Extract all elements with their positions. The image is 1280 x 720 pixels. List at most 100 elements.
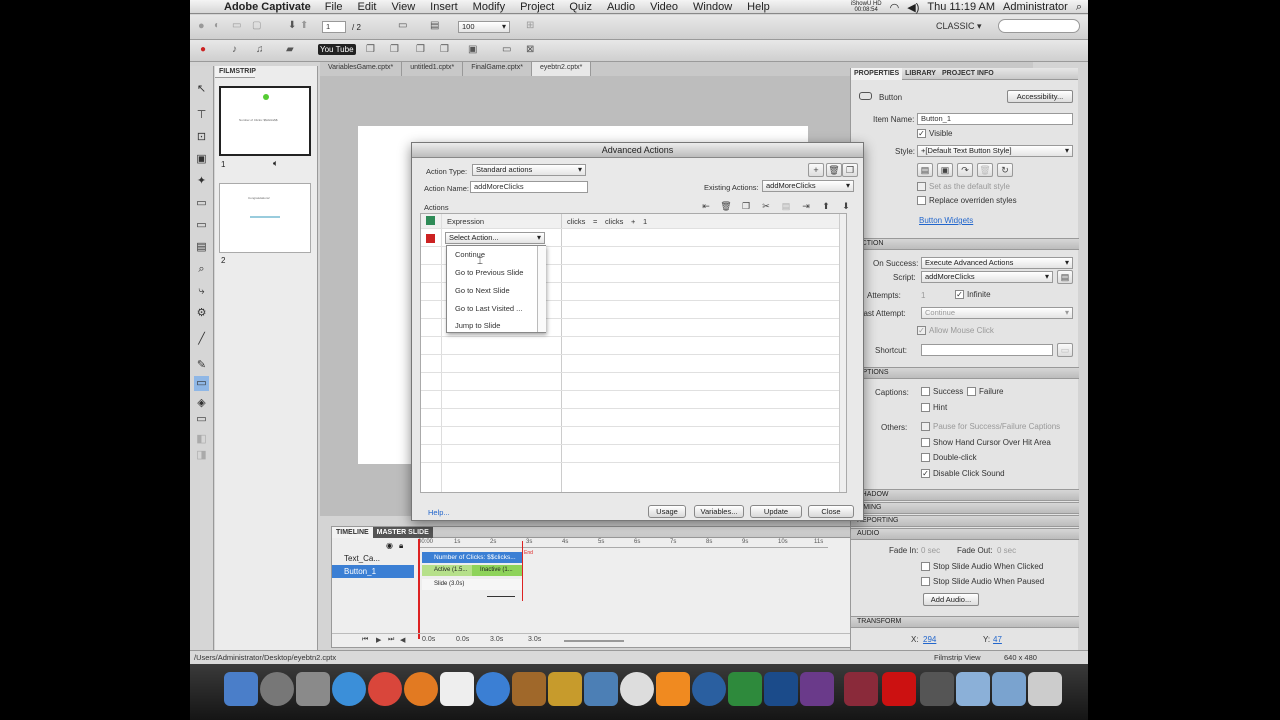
slide-thumbnail-1[interactable]: Number of Clicks: $$clicks$$ [219, 86, 311, 156]
update-button[interactable]: Update [750, 505, 802, 518]
slide-track[interactable]: Slide (3.0s) [422, 579, 522, 590]
play-icon[interactable]: ▶ [376, 636, 381, 644]
align-icon[interactable]: ▭ [502, 44, 511, 55]
powerpoint-slide-icon[interactable]: ❐ [440, 44, 449, 55]
quicktime-icon[interactable] [692, 672, 726, 706]
y-value[interactable]: 47 [993, 635, 1002, 644]
slide-icon[interactable]: ❐ [366, 44, 375, 55]
usage-button[interactable]: Usage [648, 505, 686, 518]
section-transform[interactable]: TRANSFORM [851, 616, 1079, 628]
menu-file[interactable]: File [325, 1, 343, 13]
mute-icon[interactable]: ◀ [400, 636, 405, 644]
style-select[interactable]: +[Default Text Button Style] [917, 145, 1073, 157]
tab-timeline[interactable]: TIMELINE [332, 526, 373, 538]
preview-icon[interactable]: ▭ [398, 20, 407, 31]
save-style-icon[interactable]: ▤ [917, 163, 933, 177]
script-select[interactable]: addMoreClicks [921, 271, 1053, 283]
timeline-row[interactable]: Text_Ca... [332, 552, 414, 565]
slide-audio-icon[interactable]: 🔈︎ [273, 158, 278, 169]
tab-finalgame[interactable]: FinalGame.cptx* [463, 62, 532, 76]
indent-row-icon[interactable]: ⇥ [800, 201, 812, 212]
section-audio[interactable]: AUDIO [851, 528, 1079, 540]
timeline-ruler[interactable]: 00:00 1s 2s 3s 4s 5s 6s 7s 8s 9s 10s 11s [418, 539, 828, 548]
tab-project-info[interactable]: PROJECT INFO [939, 68, 997, 80]
set-default-style-checkbox[interactable]: Set as the default style [917, 182, 1010, 192]
menu-audio[interactable]: Audio [607, 1, 635, 13]
tab-master-slide[interactable]: MASTER SLIDE [372, 526, 433, 538]
help-search-input[interactable] [998, 19, 1080, 33]
infinite-checkbox[interactable]: ✓ Infinite [955, 290, 991, 300]
rocket-icon[interactable] [844, 672, 878, 706]
replace-styles-checkbox[interactable]: Replace overriden styles [917, 196, 1017, 206]
insert-row-icon[interactable]: ⇤ [700, 201, 712, 212]
garageband-icon[interactable] [512, 672, 546, 706]
section-reporting[interactable]: REPORTING [851, 515, 1079, 527]
workspace-switcher[interactable]: CLASSIC ▾ [936, 21, 982, 32]
last-attempt-select[interactable]: Continue [921, 307, 1073, 319]
open-icon[interactable]: ▭ [232, 20, 241, 31]
mouse-tool-icon[interactable]: ⤷ [194, 284, 209, 299]
end-marker[interactable] [522, 541, 523, 601]
copy-row-icon[interactable]: ❐ [740, 201, 752, 212]
duplicate-action-icon[interactable]: ❐ [842, 163, 858, 177]
audio-import-icon[interactable]: ♫ [256, 44, 264, 55]
on-success-select[interactable]: Execute Advanced Actions [921, 257, 1073, 269]
delete-action-icon[interactable]: 🗑︎ [826, 163, 842, 177]
system-preferences-icon[interactable] [296, 672, 330, 706]
move-down-icon[interactable]: ⬇ [840, 201, 852, 212]
text-caption-tool-icon[interactable]: ⊤ [194, 108, 209, 123]
app-icon[interactable] [548, 672, 582, 706]
close-button[interactable]: Close [808, 505, 854, 518]
spotlight-icon[interactable]: ⌕ [1076, 1, 1082, 14]
disable-click-sound-checkbox[interactable]: ✓ Disable Click Sound [921, 469, 1005, 479]
attempts-value[interactable]: 1 [921, 291, 925, 300]
slide-thumbnail-2[interactable]: Congratulations! [219, 183, 311, 253]
finder-icon[interactable] [224, 672, 258, 706]
visible-checkbox[interactable]: ✓ Visible [917, 129, 952, 139]
section-timing[interactable]: TIMING [851, 502, 1079, 514]
success-caption-checkbox[interactable]: Success [921, 387, 963, 397]
lock-icon[interactable]: 🔒︎ [399, 541, 403, 551]
volume-icon[interactable]: ◀) [907, 1, 919, 14]
button-tool-icon[interactable]: ▭ [194, 218, 209, 233]
variables-button[interactable]: Variables... [694, 505, 744, 518]
chrome-icon[interactable] [368, 672, 402, 706]
delete-style-icon[interactable]: 🗑︎ [977, 163, 993, 177]
reset-style-icon[interactable]: ↻ [997, 163, 1013, 177]
timeline-zoom-slider[interactable] [564, 640, 624, 642]
hp-icon[interactable] [800, 672, 834, 706]
section-shadow[interactable]: SHADOW [851, 489, 1079, 501]
menu-modify[interactable]: Modify [473, 1, 505, 13]
pencil-tool-icon[interactable]: ✎ [194, 358, 209, 373]
wifi-icon[interactable]: ◠ [890, 1, 900, 14]
captivate-icon[interactable] [728, 672, 762, 706]
button-inactive-track[interactable]: Inactive (1... [472, 565, 522, 576]
grid-scrollbar[interactable] [839, 214, 846, 492]
tab-eyebtn2[interactable]: eyebtn2.cptx* [531, 62, 592, 76]
stroke-color-icon[interactable]: ▭ [194, 412, 209, 427]
applications-folder-icon[interactable] [956, 672, 990, 706]
x-value[interactable]: 294 [923, 635, 936, 644]
trash-icon[interactable] [1028, 672, 1062, 706]
stop-audio-clicked-checkbox[interactable]: Stop Slide Audio When Clicked [921, 562, 1043, 572]
folder-icon[interactable] [920, 672, 954, 706]
zoom-area-tool-icon[interactable]: ⌕ [194, 262, 209, 277]
menu-edit[interactable]: Edit [358, 1, 377, 13]
vlc-icon[interactable] [656, 672, 690, 706]
fade-in-value[interactable]: 0 sec [921, 546, 940, 555]
help-link[interactable]: Help... [428, 508, 450, 517]
itunes-icon[interactable] [476, 672, 510, 706]
publish-icon[interactable]: ▤ [430, 20, 439, 31]
accessibility-button[interactable]: Accessibility... [1007, 90, 1073, 103]
rollover-caption-tool-icon[interactable]: ⊡ [194, 130, 209, 145]
app-name-menu[interactable]: Adobe Captivate [224, 1, 311, 13]
eye-icon[interactable]: ◉ [386, 541, 393, 550]
dashboard-icon[interactable] [260, 672, 294, 706]
fill-color-icon[interactable]: ◧ [194, 432, 209, 447]
move-up-icon[interactable]: ⬆ [820, 201, 832, 212]
fade-out-value[interactable]: 0 sec [997, 546, 1016, 555]
delete-row-icon[interactable]: 🗑︎ [720, 201, 732, 212]
distribute-icon[interactable]: ⊠ [526, 44, 534, 55]
existing-actions-select[interactable]: addMoreClicks [762, 180, 854, 192]
selection-tool-icon[interactable]: ↖ [194, 82, 209, 97]
